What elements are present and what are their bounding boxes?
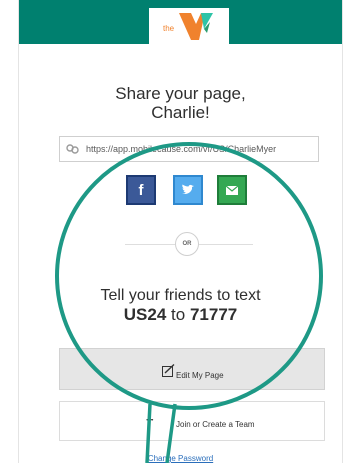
join-team-button[interactable]: ✢ Join or Create a Team	[59, 401, 325, 441]
email-share-button[interactable]	[217, 175, 247, 205]
or-badge: OR	[175, 232, 199, 256]
y-logo-icon	[179, 13, 213, 40]
edit-my-page-button[interactable]: Edit My Page	[59, 348, 325, 390]
divider-right	[199, 244, 253, 245]
team-icon: ✢	[146, 415, 154, 425]
join-team-label: Join or Create a Team	[176, 420, 255, 429]
share-url-text: https://app.mobilecause.com/vf/US/Charli…	[86, 144, 277, 154]
ymca-logo: the	[149, 8, 229, 44]
envelope-icon	[226, 185, 238, 195]
share-url-field[interactable]: https://app.mobilecause.com/vf/US/Charli…	[59, 136, 319, 162]
header-bar: the	[19, 0, 342, 44]
change-password-link[interactable]: Change Password	[19, 454, 342, 463]
text-instruction: Tell your friends to text	[100, 287, 261, 304]
facebook-share-button[interactable]: f	[126, 175, 156, 205]
divider-left	[125, 244, 175, 245]
title-line-1: Share your page,	[115, 84, 246, 103]
logo-prefix: the	[163, 24, 175, 33]
page-title: Share your page, Charlie!	[19, 84, 342, 122]
link-icon	[66, 144, 79, 154]
edit-my-page-label: Edit My Page	[176, 371, 224, 380]
edit-icon	[162, 364, 175, 377]
text-to: to	[171, 305, 186, 324]
twitter-icon	[182, 184, 194, 194]
text-keyword-line: US24 to 71777	[19, 305, 342, 325]
text-keyword: US24	[123, 305, 167, 324]
title-line-2: Charlie!	[151, 103, 210, 122]
text-shortcode: 71777	[189, 305, 238, 324]
twitter-share-button[interactable]	[173, 175, 203, 205]
share-card: the Share your page, Charlie! https://ap…	[18, 0, 343, 463]
facebook-icon: f	[138, 181, 144, 199]
